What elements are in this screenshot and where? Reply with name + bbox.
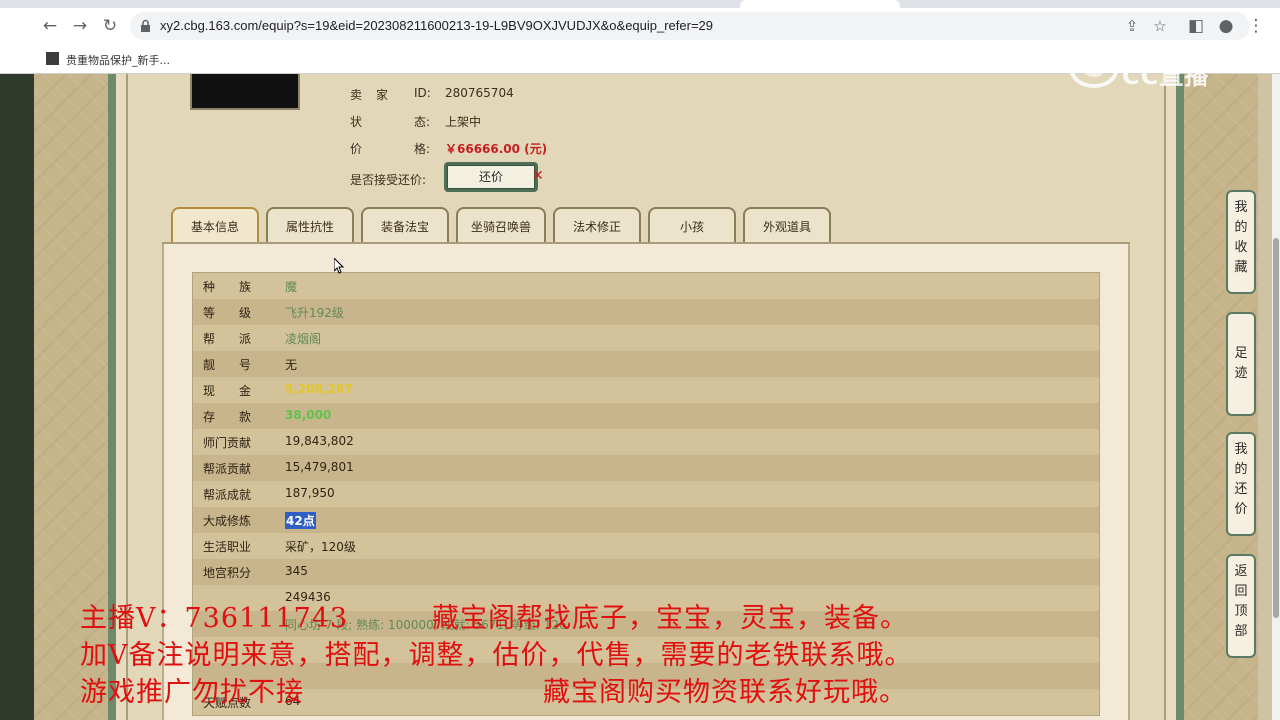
row-label: 靓 号 — [203, 358, 252, 372]
bookmark-link[interactable]: 贵重物品保护_新手... — [66, 52, 170, 68]
row-label: 大成修炼 — [203, 514, 252, 528]
scrollbar[interactable] — [1272, 74, 1280, 720]
row-value: 无 — [285, 358, 298, 372]
tab-mounts-pets[interactable]: 坐骑召唤兽 — [456, 207, 546, 243]
price-label-a: 价 — [350, 142, 363, 156]
row-value: 采矿，120级 — [285, 540, 356, 554]
seller-id-key: ID: — [414, 86, 431, 100]
table-row: 现 金 5,208,287 — [193, 377, 1099, 403]
status-label-a: 状 — [350, 115, 363, 129]
right-border — [1258, 74, 1272, 720]
table-row: 大成修炼 42点 — [193, 507, 1099, 533]
sidepanel-icon[interactable]: ◧ — [1186, 16, 1206, 36]
bargain-label: 是否接受还价: — [350, 173, 427, 187]
tab-equipment[interactable]: 装备法宝 — [361, 207, 449, 243]
seller-label-a: 卖 — [350, 88, 363, 102]
bookmark-icon — [46, 52, 59, 65]
back-icon[interactable]: ← — [40, 16, 60, 36]
table-row: 生活职业 采矿，120级 — [193, 533, 1099, 559]
row-value: 42点 — [285, 512, 316, 529]
table-row: 等 级 飞升192级 — [193, 299, 1099, 325]
address-bar[interactable]: xy2.cbg.163.com/equip?s=19&eid=202308211… — [130, 12, 1250, 40]
table-row: 帮派贡献 15,479,801 — [193, 455, 1099, 481]
row-value: 187,950 — [285, 486, 335, 500]
tab-attributes[interactable]: 属性抗性 — [266, 207, 354, 243]
row-label: 存 款 — [203, 410, 252, 424]
star-icon[interactable]: ☆ — [1150, 16, 1170, 36]
my-bargains-label: 我的还价 — [1234, 442, 1248, 517]
row-label: 帮 派 — [203, 332, 252, 346]
left-dark-edge — [0, 74, 34, 720]
tab-basic-info[interactable]: 基本信息 — [171, 207, 259, 243]
table-row: 地宫积分 345 — [193, 559, 1099, 585]
overlay-contact-line: 加V备注说明来意，搭配，调整，估价，代售，需要的老铁联系哦。 — [80, 640, 913, 671]
table-row: 靓 号无 — [193, 351, 1099, 377]
cc-live-watermark: CC直播 — [1070, 50, 1240, 90]
share-icon[interactable]: ⇪ — [1122, 16, 1142, 36]
table-row: 师门贡献 19,843,802 — [193, 429, 1099, 455]
overlay-no-ads: 游戏推广勿扰不接 — [80, 677, 304, 708]
row-label: 师门贡献 — [203, 436, 252, 450]
favorites-label: 我的收藏 — [1234, 200, 1248, 275]
seller-label-b: 家 — [376, 88, 389, 102]
row-value: 5,208,287 — [285, 382, 353, 396]
row-value: 凌烟阁 — [285, 332, 322, 346]
table-row: 帮 派 凌烟阁 — [193, 325, 1099, 351]
price-label-b: 格: — [414, 142, 431, 156]
tab-children[interactable]: 小孩 — [648, 207, 736, 243]
row-label: 地宫积分 — [203, 566, 252, 580]
profile-icon[interactable]: ● — [1216, 16, 1236, 36]
bargain-button-label: 还价 — [447, 165, 535, 189]
tab-strip — [0, 0, 1280, 8]
seller-id-value: 280765704 — [445, 86, 514, 100]
favorites-button[interactable]: 我的收藏 — [1226, 190, 1256, 294]
cc-logo-icon — [1070, 52, 1118, 88]
character-thumbnail — [190, 74, 300, 110]
table-row: 种 族魔 — [193, 273, 1099, 299]
url-text[interactable]: xy2.cbg.163.com/equip?s=19&eid=202308211… — [160, 18, 713, 33]
row-value: 魔 — [285, 280, 298, 294]
tab-appearance[interactable]: 外观道具 — [743, 207, 831, 243]
overlay-service-line: 藏宝阁帮找底子，宝宝，灵宝，装备。 — [432, 603, 908, 634]
row-label: 帮派贡献 — [203, 462, 252, 476]
footprints-button[interactable]: 足迹 — [1226, 312, 1256, 416]
footprints-label: 足迹 — [1234, 346, 1248, 381]
price-value: ￥66666.00 (元) — [445, 142, 548, 156]
tab-spell-mods[interactable]: 法术修正 — [553, 207, 641, 243]
back-to-top-label: 返回顶部 — [1234, 564, 1248, 639]
browser-tab[interactable] — [740, 0, 900, 8]
status-value: 上架中 — [445, 115, 482, 129]
table-row: 存 款 38,000 — [193, 403, 1099, 429]
row-label: 种 族 — [203, 280, 252, 294]
row-value: 345 — [285, 564, 308, 578]
lock-icon — [141, 19, 150, 32]
row-label: 生活职业 — [203, 540, 252, 554]
reload-icon[interactable]: ↻ — [100, 16, 120, 36]
mouse-cursor-icon — [334, 258, 344, 274]
forward-icon[interactable]: → — [70, 16, 90, 36]
back-to-top-button[interactable]: 返回顶部 — [1226, 554, 1256, 658]
row-label: 现 金 — [203, 384, 252, 398]
row-value: 飞升192级 — [285, 306, 344, 320]
row-value: 19,843,802 — [285, 434, 354, 448]
scrollbar-thumb[interactable] — [1273, 238, 1279, 618]
my-bargains-button[interactable]: 我的还价 — [1226, 432, 1256, 536]
status-label-b: 态: — [414, 115, 431, 129]
toolbar: ← → ↻ xy2.cbg.163.com/equip?s=19&eid=202… — [0, 8, 1280, 44]
row-label: 帮派成就 — [203, 488, 252, 502]
bargain-button[interactable]: 还价 — [444, 162, 538, 192]
row-value: 15,479,801 — [285, 460, 354, 474]
table-row: 帮派成就 187,950 — [193, 481, 1099, 507]
menu-icon[interactable]: ⋮ — [1246, 16, 1266, 36]
cc-watermark-text: CC直播 — [1122, 62, 1210, 90]
overlay-purchase-line: 藏宝阁购买物资联系好玩哦。 — [543, 677, 907, 708]
row-value: 38,000 — [285, 408, 332, 422]
bargain-close-icon: ✕ — [532, 168, 544, 184]
row-label: 等 级 — [203, 306, 252, 320]
overlay-streamer-id: 主播V：736111743 — [80, 603, 349, 634]
